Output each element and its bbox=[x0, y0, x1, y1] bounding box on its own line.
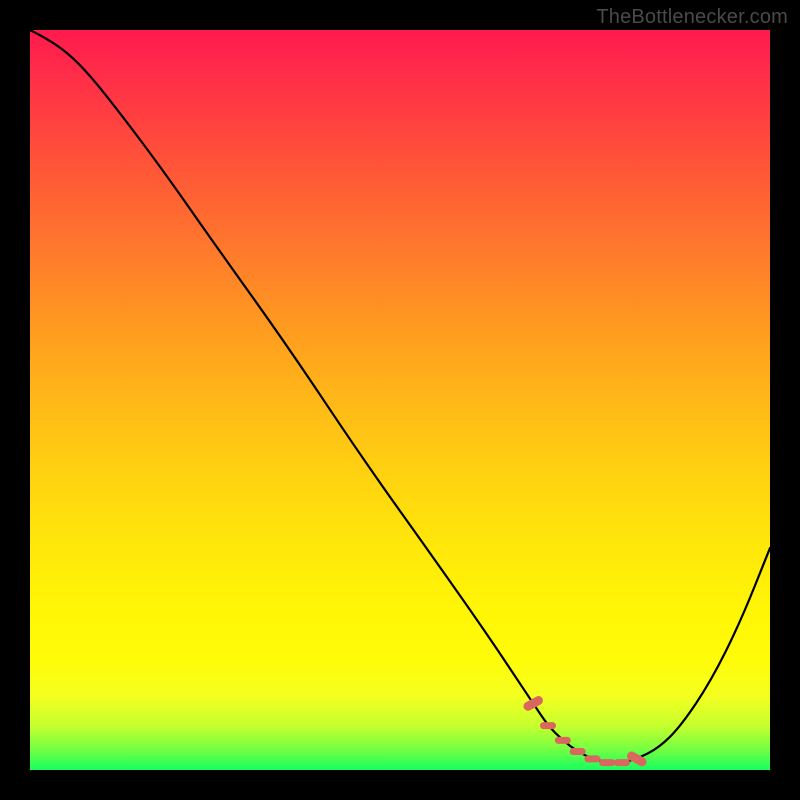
watermark-text: TheBottlenecker.com bbox=[596, 6, 788, 29]
gradient-background bbox=[30, 30, 770, 770]
plot-area bbox=[30, 30, 770, 770]
chart-frame: TheBottlenecker.com bbox=[0, 0, 800, 800]
